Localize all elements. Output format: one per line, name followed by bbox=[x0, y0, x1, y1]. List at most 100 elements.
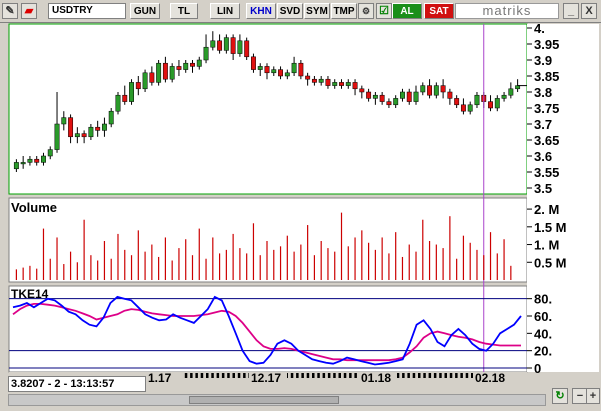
price-axis-label: 3.6 bbox=[534, 149, 552, 164]
price-axis-label: 3.9 bbox=[534, 53, 552, 68]
candle-up bbox=[183, 62, 189, 70]
checkbox-icon[interactable]: ☑ bbox=[376, 3, 392, 19]
candle-up bbox=[393, 98, 399, 106]
candle-up bbox=[332, 82, 338, 86]
candle-up bbox=[345, 82, 351, 86]
candle-down bbox=[379, 94, 385, 102]
tke-axis-label: 80. bbox=[534, 292, 552, 307]
candle-up bbox=[196, 59, 202, 67]
candle-up bbox=[474, 94, 480, 106]
buy-button[interactable]: AL bbox=[392, 3, 422, 19]
candle-up bbox=[88, 126, 94, 138]
candle-type-button[interactable]: KHN bbox=[246, 3, 276, 19]
matriks-logo: matriks bbox=[455, 3, 559, 19]
candle-up bbox=[501, 94, 507, 99]
candle-up bbox=[142, 72, 148, 90]
candle-down bbox=[217, 40, 223, 51]
candle-up bbox=[169, 66, 175, 80]
candle-down bbox=[34, 158, 40, 163]
volume-axis-label: 0.5 M bbox=[534, 255, 567, 270]
date-tick bbox=[444, 373, 447, 378]
date-tick bbox=[333, 373, 336, 378]
candle-down bbox=[488, 101, 493, 109]
candle-up bbox=[291, 62, 297, 74]
date-tick bbox=[449, 373, 453, 378]
date-tick bbox=[227, 373, 230, 378]
candle-up bbox=[223, 37, 229, 51]
candle-down bbox=[305, 75, 311, 80]
date-label: 1.17 bbox=[148, 371, 172, 384]
candle-down bbox=[366, 91, 372, 99]
chart-canvas[interactable]: 4.3.953.93.853.83.753.73.653.63.553.5 2. … bbox=[3, 22, 599, 384]
candle-down bbox=[460, 104, 466, 112]
date-tick bbox=[327, 373, 331, 378]
candle-down bbox=[190, 62, 195, 67]
candle-up bbox=[129, 82, 134, 102]
date-tick bbox=[354, 373, 357, 378]
date-tick bbox=[232, 373, 235, 378]
tke-axis-label: 20. bbox=[534, 344, 552, 359]
volume-axis-label: 1.5 M bbox=[534, 220, 567, 235]
symbol-flag-icon[interactable]: ▰ bbox=[21, 3, 37, 19]
candle-up bbox=[47, 149, 53, 157]
date-tick bbox=[301, 373, 304, 378]
candle-down bbox=[311, 78, 317, 83]
candle-up bbox=[284, 72, 290, 77]
candle-down bbox=[406, 91, 412, 102]
candle-down bbox=[176, 66, 182, 70]
date-tick bbox=[396, 373, 400, 378]
candle-up bbox=[508, 88, 514, 96]
candle-down bbox=[427, 85, 433, 96]
candle-down bbox=[68, 117, 74, 138]
tke-axis-label: 0 bbox=[534, 361, 541, 376]
time-scrollbar[interactable] bbox=[8, 394, 546, 406]
candle-down bbox=[122, 94, 128, 102]
candle-down bbox=[81, 133, 87, 138]
date-tick bbox=[423, 373, 426, 378]
linear-scale-button[interactable]: LIN bbox=[210, 3, 240, 19]
candle-down bbox=[325, 78, 331, 86]
chart-window: ✎ ▰ USDTRY GUN TL LIN KHN SVD SYM TMP ⚙ … bbox=[0, 0, 601, 411]
drawing-tools-icon[interactable]: ✎ bbox=[2, 3, 18, 19]
zoom-in-icon[interactable]: + bbox=[586, 388, 600, 404]
sell-button[interactable]: SAT bbox=[424, 3, 454, 19]
candle-down bbox=[454, 98, 460, 106]
price-axis-label: 3.7 bbox=[534, 117, 552, 132]
date-tick bbox=[243, 373, 246, 378]
candle-up bbox=[101, 123, 107, 131]
candle-down bbox=[339, 82, 344, 86]
date-tick bbox=[455, 373, 458, 378]
date-tick bbox=[439, 373, 442, 378]
candle-down bbox=[386, 101, 392, 106]
date-tick bbox=[306, 373, 310, 378]
date-tick bbox=[211, 373, 214, 378]
candle-up bbox=[237, 40, 243, 54]
scrollbar-thumb[interactable] bbox=[189, 396, 339, 404]
minimize-button[interactable]: _ bbox=[563, 3, 579, 19]
refresh-icon[interactable]: ↻ bbox=[552, 388, 568, 404]
volume-toggle-button[interactable]: SVD bbox=[277, 3, 303, 19]
candle-up bbox=[115, 94, 121, 112]
candle-down bbox=[162, 62, 168, 80]
price-axis-label: 3.55 bbox=[534, 165, 559, 180]
candle-up bbox=[27, 158, 33, 163]
date-tick bbox=[322, 373, 326, 378]
candle-down bbox=[230, 37, 236, 54]
candle-down bbox=[298, 62, 304, 77]
template-button[interactable]: TMP bbox=[331, 3, 357, 19]
date-tick bbox=[312, 373, 315, 378]
price-readout: 3.8207 - 2 - 13:13:57 bbox=[8, 376, 146, 392]
date-tick bbox=[460, 373, 463, 378]
symbol-field[interactable]: USDTRY bbox=[48, 3, 126, 19]
candle-up bbox=[400, 91, 405, 99]
candle-down bbox=[264, 66, 270, 74]
price-panel bbox=[8, 23, 528, 195]
candle-down bbox=[135, 82, 141, 90]
period-day-button[interactable]: GUN bbox=[130, 3, 160, 19]
symbol-button[interactable]: SYM bbox=[304, 3, 330, 19]
date-tick bbox=[338, 373, 341, 378]
currency-tl-button[interactable]: TL bbox=[170, 3, 198, 19]
volume-axis-label: 2. M bbox=[534, 202, 559, 217]
close-button[interactable]: X bbox=[581, 3, 597, 19]
settings-icon[interactable]: ⚙ bbox=[358, 3, 374, 19]
